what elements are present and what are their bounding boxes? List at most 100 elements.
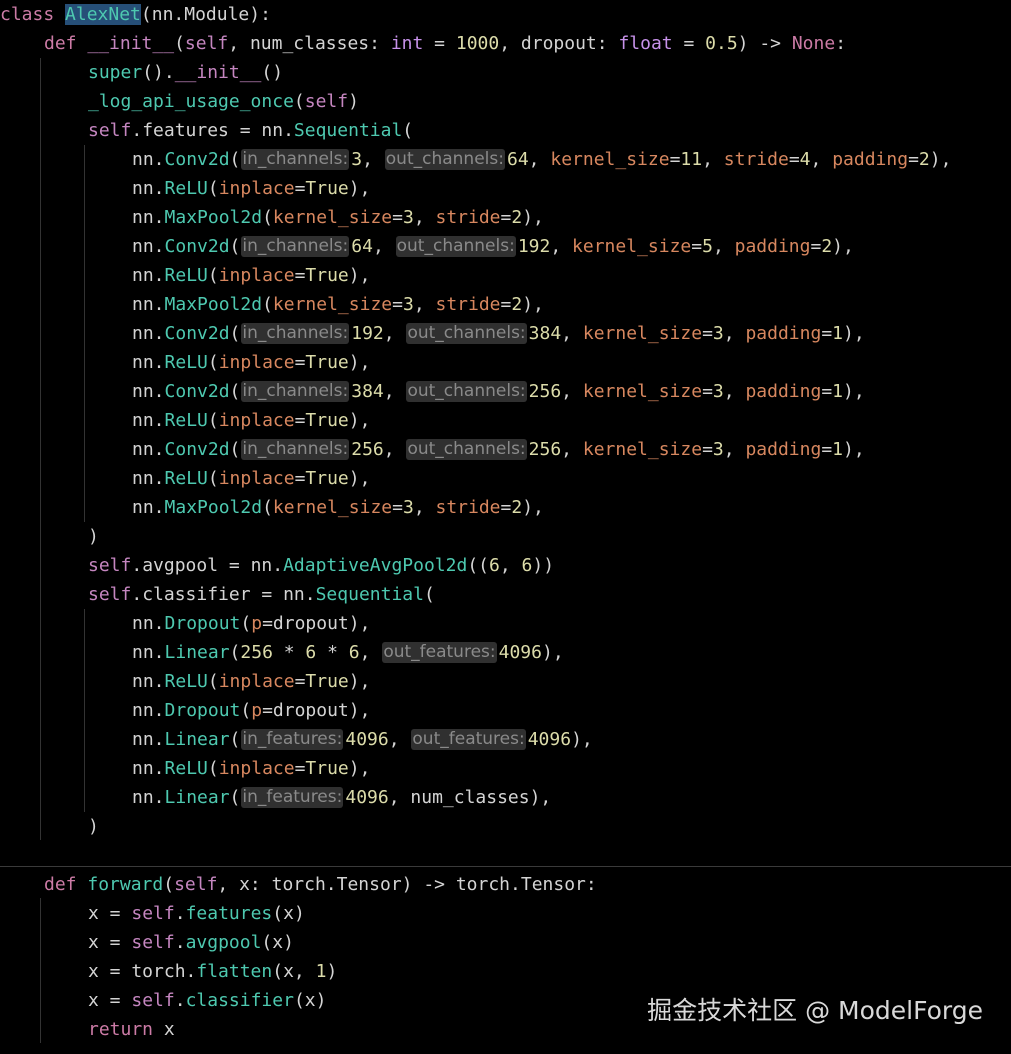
- code-token: (: [229, 439, 241, 460]
- inlay-hint: in_channels:: [241, 439, 350, 460]
- number-token: 256: [528, 439, 562, 460]
- code-line[interactable]: nn.Linear(256 * 6 * 6, out_features: 4096…: [132, 638, 564, 667]
- code-token: ),: [843, 439, 865, 460]
- code-line[interactable]: x = self.classifier(x): [88, 986, 326, 1015]
- number-token: 3: [402, 497, 414, 518]
- code-line[interactable]: nn.ReLU(inplace=True),: [132, 406, 370, 435]
- code-line[interactable]: self.features = nn.Sequential(: [88, 116, 413, 145]
- code-token: =: [672, 33, 706, 54]
- code-line[interactable]: x = torch.flatten(x, 1): [88, 957, 337, 986]
- code-token: (: [229, 381, 241, 402]
- indent-guide-forward-body: [40, 898, 41, 1043]
- code-line[interactable]: nn.Dropout(p=dropout),: [132, 696, 370, 725]
- inlay-hint: in_features:: [241, 729, 344, 750]
- code-line[interactable]: nn.Conv2d(in_channels: 384, out_channels:…: [132, 377, 865, 406]
- code-token: =: [294, 468, 306, 489]
- param-token: p: [251, 700, 263, 721]
- code-line[interactable]: nn.Linear(in_features: 4096, out_features…: [132, 725, 593, 754]
- number-token: 3: [402, 294, 414, 315]
- code-line[interactable]: _log_api_usage_once(self): [88, 87, 359, 116]
- dunder-token: __init__: [87, 33, 175, 54]
- code-line[interactable]: nn.ReLU(inplace=True),: [132, 667, 370, 696]
- function-token: features: [185, 903, 273, 924]
- code-line[interactable]: nn.Dropout(p=dropout),: [132, 609, 370, 638]
- code-token: (: [402, 120, 414, 141]
- code-token: .: [174, 932, 186, 953]
- code-line[interactable]: nn.ReLU(inplace=True),: [132, 464, 370, 493]
- code-token: =: [294, 352, 306, 373]
- code-token: x = torch.: [88, 961, 197, 982]
- code-line[interactable]: nn.MaxPool2d(kernel_size=3, stride=2),: [132, 203, 544, 232]
- code-token: :: [835, 33, 847, 54]
- function-token: AdaptiveAvgPool2d: [283, 555, 468, 576]
- number-token: 384: [528, 323, 562, 344]
- code-token: ),: [348, 410, 371, 431]
- code-line[interactable]: def forward(self, x: torch.Tensor) -> to…: [44, 870, 597, 899]
- code-line[interactable]: x = self.features(x): [88, 899, 305, 928]
- code-line[interactable]: class AlexNet(nn.Module):: [0, 0, 271, 29]
- function-token: Linear: [164, 729, 230, 750]
- code-token: ),: [348, 468, 371, 489]
- code-token: ),: [832, 236, 854, 257]
- code-line[interactable]: nn.Conv2d(in_channels: 256, out_channels:…: [132, 435, 865, 464]
- code-token: nn.: [132, 265, 165, 286]
- function-token: Conv2d: [164, 323, 230, 344]
- code-token: nn.: [132, 236, 165, 257]
- type-token: float: [618, 33, 673, 54]
- param-token: kernel_size: [582, 439, 703, 460]
- code-line[interactable]: nn.MaxPool2d(kernel_size=3, stride=2),: [132, 290, 544, 319]
- inlay-hint: in_channels:: [241, 149, 350, 170]
- param-token: inplace: [218, 265, 295, 286]
- code-line[interactable]: nn.ReLU(inplace=True),: [132, 261, 370, 290]
- code-token: =: [294, 758, 306, 779]
- number-token: 64: [351, 236, 373, 257]
- code-line[interactable]: return x: [88, 1015, 175, 1044]
- code-token: ): [88, 816, 99, 837]
- code-line[interactable]: nn.ReLU(inplace=True),: [132, 348, 370, 377]
- code-token: nn.: [132, 149, 165, 170]
- function-token: Linear: [164, 642, 230, 663]
- code-line[interactable]: ): [88, 522, 99, 551]
- code-line[interactable]: self.avgpool = nn.AdaptiveAvgPool2d((6, …: [88, 551, 554, 580]
- param-token: p: [251, 613, 263, 634]
- param-token: stride: [435, 294, 501, 315]
- code-line[interactable]: x = self.avgpool(x): [88, 928, 294, 957]
- function-token: super: [88, 62, 143, 83]
- code-line[interactable]: super().__init__(): [88, 58, 283, 87]
- code-token: (: [229, 787, 241, 808]
- code-token: =: [500, 207, 512, 228]
- number-token: 1: [832, 381, 843, 402]
- code-line[interactable]: nn.ReLU(inplace=True),: [132, 174, 370, 203]
- number-token: 2: [821, 236, 833, 257]
- code-line[interactable]: ): [88, 812, 99, 841]
- code-line[interactable]: nn.Conv2d(in_channels: 3, out_channels: 64…: [132, 145, 951, 174]
- code-token: =: [294, 671, 306, 692]
- code-line[interactable]: nn.Conv2d(in_channels: 64, out_channels: 1…: [132, 232, 854, 261]
- param-token: inplace: [218, 352, 295, 373]
- number-token: 6: [348, 642, 360, 663]
- code-token: nn.: [132, 729, 165, 750]
- function-token: MaxPool2d: [164, 497, 263, 518]
- code-line[interactable]: nn.Linear(in_features: 4096, num_classes)…: [132, 783, 551, 812]
- param-token: stride: [723, 149, 789, 170]
- code-token: , num_classes:: [228, 33, 391, 54]
- code-line[interactable]: nn.Conv2d(in_channels: 192, out_channels:…: [132, 319, 865, 348]
- code-line[interactable]: nn.ReLU(inplace=True),: [132, 754, 370, 783]
- code-token: ,: [723, 381, 746, 402]
- number-token: 2: [511, 294, 523, 315]
- code-line[interactable]: nn.MaxPool2d(kernel_size=3, stride=2),: [132, 493, 544, 522]
- code-token: .: [174, 903, 186, 924]
- function-token: ReLU: [164, 265, 208, 286]
- inlay-hint: out_channels:: [395, 236, 516, 257]
- code-token: ,: [362, 149, 384, 170]
- code-token: =: [294, 410, 306, 431]
- code-line[interactable]: def __init__(self, num_classes: int = 10…: [44, 29, 846, 58]
- number-token: True: [305, 671, 349, 692]
- code-editor[interactable]: class AlexNet(nn.Module): def __init__(se…: [0, 0, 1011, 1054]
- code-line[interactable]: self.classifier = nn.Sequential(: [88, 580, 435, 609]
- code-token: (: [262, 497, 273, 518]
- code-token: , num_classes),: [388, 787, 552, 808]
- code-token: (x): [272, 903, 305, 924]
- code-token: (: [207, 468, 219, 489]
